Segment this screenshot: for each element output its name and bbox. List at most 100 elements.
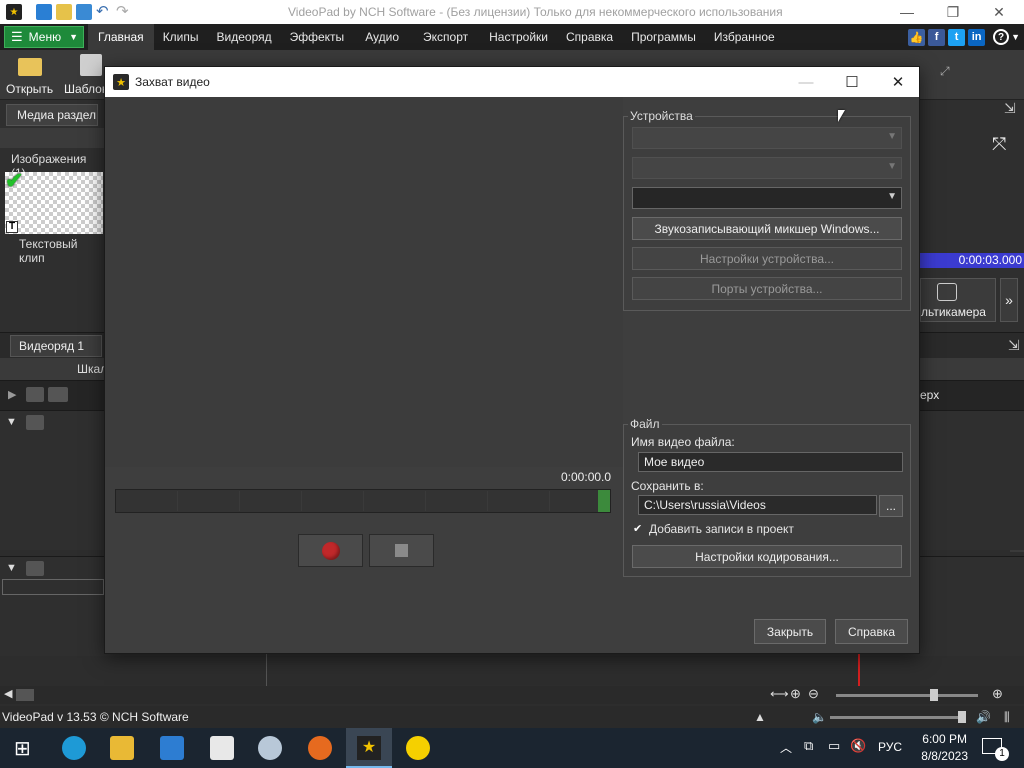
timeline-tab[interactable]: Видеоряд 1 ✕: [10, 335, 102, 373]
filename-input[interactable]: Мое видео: [638, 452, 903, 472]
collapse-track-icon[interactable]: ▼: [6, 562, 17, 574]
fullscreen-icon[interactable]: ⤧: [992, 134, 1006, 155]
tab-help[interactable]: Справка: [557, 24, 622, 50]
firefox-icon[interactable]: [308, 736, 332, 760]
horizontal-scrollbar[interactable]: ◀ ⟷ ⊕ ⊖ ⊕: [0, 686, 1024, 704]
help-circle-icon[interactable]: ?: [993, 29, 1010, 45]
redo-icon[interactable]: ↷: [116, 4, 132, 20]
zoom-slider-track[interactable]: [836, 694, 978, 697]
notification-center-icon[interactable]: 1: [982, 738, 1009, 761]
undock-icon[interactable]: ⇲: [1004, 100, 1016, 117]
windows-start-icon[interactable]: ⊞: [14, 736, 31, 761]
tab-programs[interactable]: Программы: [622, 24, 705, 50]
windows-mixer-button[interactable]: Звукозаписывающий микшер Windows...: [632, 217, 902, 240]
new-project-icon[interactable]: [36, 4, 52, 20]
file-explorer-icon[interactable]: [110, 736, 134, 760]
video-device-select[interactable]: ▼: [632, 127, 902, 149]
scroll-left-icon[interactable]: ◀: [4, 687, 12, 700]
edge-icon[interactable]: [62, 736, 86, 760]
linkedin-icon[interactable]: in: [968, 28, 986, 46]
device-ports-button[interactable]: Порты устройства...: [632, 277, 902, 300]
help-dropdown-icon[interactable]: ▼: [1011, 32, 1020, 42]
volume-slider-thumb[interactable]: [958, 711, 966, 723]
browse-button[interactable]: ...: [879, 495, 903, 517]
facebook-icon[interactable]: f: [928, 28, 946, 46]
tab-sequence[interactable]: Видеоряд: [208, 24, 281, 50]
webcam-tray-icon[interactable]: ⧉: [804, 738, 813, 754]
open-folder-icon[interactable]: [56, 4, 72, 20]
audio-input-select[interactable]: ▼: [632, 187, 902, 209]
undock-timeline-icon[interactable]: ⇲: [1008, 337, 1020, 354]
videopad-taskbar-active[interactable]: ★: [346, 728, 392, 768]
tab-export[interactable]: Экспорт: [411, 24, 480, 50]
add-to-project-checkbox[interactable]: ✔: [633, 523, 645, 535]
collapse-track-icon[interactable]: ▼: [6, 416, 17, 428]
emoji-app-icon[interactable]: [406, 736, 430, 760]
encoding-settings-button[interactable]: Настройки кодирования...: [632, 545, 902, 568]
save-to-input[interactable]: C:\Users\russia\Videos: [638, 495, 877, 515]
tab-settings[interactable]: Настройки: [480, 24, 557, 50]
text-clip-thumbnail[interactable]: ✔ T: [5, 168, 103, 234]
timeline-scale-label: Шкал: [77, 362, 108, 376]
language-indicator[interactable]: РУС: [878, 740, 902, 754]
templates-icon[interactable]: [80, 54, 102, 76]
tab-clips[interactable]: Клипы: [154, 24, 208, 50]
save-icon[interactable]: [76, 4, 92, 20]
zoom-magnifier-icon[interactable]: ⊕: [992, 686, 1003, 702]
zoom-out-icon[interactable]: ⊖: [808, 686, 819, 702]
twitter-icon[interactable]: t: [948, 28, 966, 46]
record-button[interactable]: [298, 534, 363, 567]
multicam-button[interactable]: льтикамера: [920, 278, 996, 322]
play-icon[interactable]: ▲: [754, 706, 766, 728]
main-menu-button[interactable]: ☰ Меню ▼: [4, 26, 84, 48]
close-dialog-button[interactable]: Закрыть: [754, 619, 826, 644]
people-icon[interactable]: [48, 387, 68, 402]
mail-icon[interactable]: [210, 736, 234, 760]
tab-effects[interactable]: Эффекты: [281, 24, 354, 50]
volume-mute-icon[interactable]: 🔇: [850, 738, 866, 754]
minimize-button[interactable]: —: [884, 0, 930, 24]
add-to-project-label[interactable]: Добавить записи в проект: [649, 522, 794, 536]
help-button[interactable]: Справка: [835, 619, 908, 644]
restore-button[interactable]: ❐: [930, 0, 976, 24]
dialog-close-button[interactable]: ✕: [875, 67, 921, 97]
scroll-thumb[interactable]: [16, 689, 34, 701]
volume-high-icon[interactable]: 🔊: [976, 706, 991, 728]
tab-audio[interactable]: Аудио: [353, 24, 411, 50]
dialog-minimize-button[interactable]: —: [783, 67, 829, 97]
expand-track-icon[interactable]: ▶: [8, 388, 16, 401]
notification-count-badge: 1: [995, 747, 1009, 761]
zoom-in-icon[interactable]: ⊕: [790, 686, 801, 702]
volume-slider-track[interactable]: [830, 716, 966, 719]
media-tab[interactable]: Медиа раздел: [6, 104, 98, 126]
paint-icon[interactable]: [258, 736, 282, 760]
stop-button[interactable]: [369, 534, 434, 567]
like-icon[interactable]: 👍: [908, 28, 926, 46]
device-settings-button[interactable]: Настройки устройства...: [632, 247, 902, 270]
audio-settings-icon[interactable]: ⫼: [1004, 706, 1010, 728]
audio-device-select[interactable]: ▼: [632, 157, 902, 179]
more-tools-button[interactable]: »: [1000, 278, 1018, 322]
zoom-slider-thumb[interactable]: [930, 689, 938, 701]
track-divider: [266, 653, 267, 687]
fit-timeline-icon[interactable]: ⟷: [770, 686, 789, 702]
status-text: VideoPad v 13.53 © NCH Software: [2, 710, 189, 724]
close-button[interactable]: ✕: [976, 0, 1022, 24]
visibility-eye-icon[interactable]: [26, 387, 44, 402]
open-folder-icon[interactable]: [18, 58, 42, 76]
undo-icon[interactable]: ↶: [96, 4, 112, 20]
speaker-icon[interactable]: [26, 561, 44, 576]
volume-low-icon[interactable]: 🔈: [812, 706, 827, 728]
clock[interactable]: 6:00 PM 8/8/2023: [921, 731, 968, 765]
visibility-eye-icon[interactable]: [26, 415, 44, 430]
store-icon[interactable]: [160, 736, 184, 760]
show-hidden-icons-icon[interactable]: ︿: [780, 739, 792, 756]
videopad-icon: ★: [357, 736, 381, 760]
tab-favorites[interactable]: Избранное: [705, 24, 784, 50]
tab-home[interactable]: Главная: [88, 24, 154, 50]
dialog-maximize-button[interactable]: ☐: [829, 67, 875, 97]
network-icon[interactable]: ▭: [828, 738, 840, 754]
media-toolbar-strip: [0, 128, 104, 148]
templates-button-label[interactable]: Шаблон: [64, 82, 108, 96]
open-button-label[interactable]: Открыть: [6, 82, 53, 96]
